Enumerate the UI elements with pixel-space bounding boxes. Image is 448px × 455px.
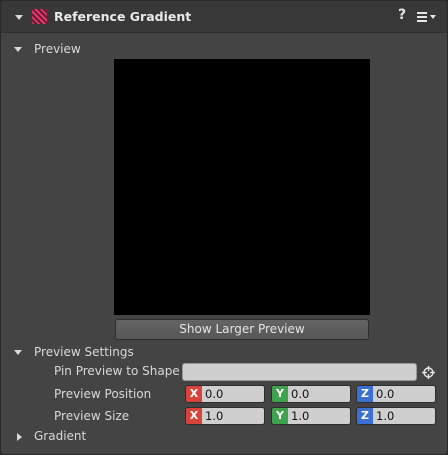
expand-triangle-icon[interactable] — [17, 433, 22, 441]
y-axis-tag: Y — [272, 408, 288, 424]
reference-gradient-panel: Reference Gradient ? Preview Show Larger… — [0, 0, 448, 455]
gradient-preview — [114, 59, 370, 315]
gradient-icon — [32, 9, 47, 24]
pin-preview-field[interactable] — [182, 363, 417, 381]
size-x-value[interactable]: 1.0 — [202, 408, 264, 424]
z-axis-tag: Z — [357, 408, 373, 424]
position-y-value[interactable]: 0.0 — [288, 386, 350, 402]
menu-caret-icon[interactable] — [430, 15, 436, 19]
x-axis-tag: X — [186, 408, 202, 424]
panel-title: Reference Gradient — [54, 9, 192, 24]
preview-collapse-icon[interactable] — [14, 47, 22, 52]
size-y-field[interactable]: Y 1.0 — [271, 407, 351, 425]
position-x-field[interactable]: X 0.0 — [185, 385, 265, 403]
menu-icon[interactable] — [417, 12, 429, 22]
size-z-value[interactable]: 1.0 — [373, 408, 435, 424]
position-y-field[interactable]: Y 0.0 — [271, 385, 351, 403]
x-axis-tag: X — [186, 386, 202, 402]
position-z-value[interactable]: 0.0 — [373, 386, 435, 402]
preview-section-label[interactable]: Preview — [34, 42, 81, 56]
target-icon[interactable] — [422, 366, 435, 379]
gradient-section-label[interactable]: Gradient — [34, 429, 86, 443]
z-axis-tag: Z — [357, 386, 373, 402]
position-z-field[interactable]: Z 0.0 — [356, 385, 436, 403]
show-larger-preview-button[interactable]: Show Larger Preview — [115, 319, 369, 340]
help-icon[interactable]: ? — [398, 7, 406, 23]
pin-preview-label: Pin Preview to Shape — [54, 364, 180, 378]
size-y-value[interactable]: 1.0 — [288, 408, 350, 424]
collapse-triangle-icon[interactable] — [15, 15, 23, 20]
preview-settings-section-label[interactable]: Preview Settings — [34, 345, 134, 359]
position-x-value[interactable]: 0.0 — [202, 386, 264, 402]
size-z-field[interactable]: Z 1.0 — [356, 407, 436, 425]
size-x-field[interactable]: X 1.0 — [185, 407, 265, 425]
preview-position-label: Preview Position — [54, 387, 152, 401]
preview-settings-collapse-icon[interactable] — [14, 350, 22, 355]
panel-header: Reference Gradient ? — [1, 1, 447, 33]
preview-size-label: Preview Size — [54, 409, 130, 423]
y-axis-tag: Y — [272, 386, 288, 402]
